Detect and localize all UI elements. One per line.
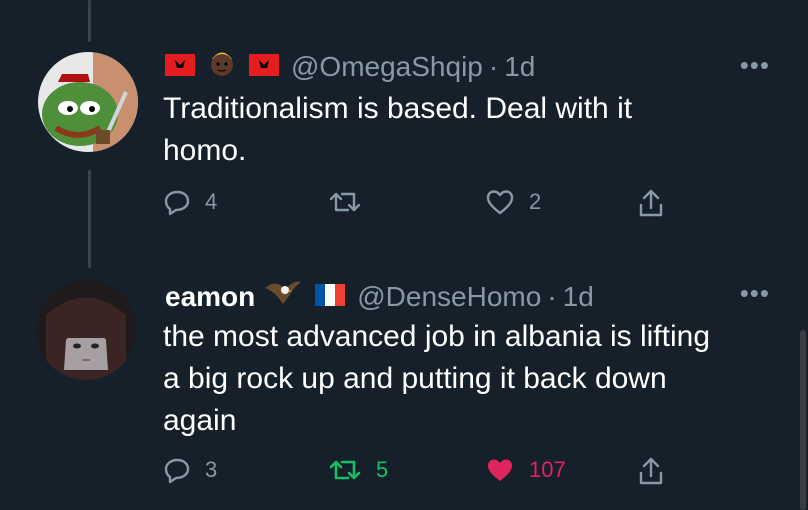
user-handle[interactable]: @DenseHomo — [357, 280, 541, 314]
more-options-icon[interactable]: ••• — [740, 50, 770, 81]
share-button[interactable] — [637, 456, 665, 486]
share-icon — [637, 188, 665, 218]
tweet-actions: 3 5 107 — [163, 456, 683, 496]
like-button[interactable]: 107 — [485, 456, 566, 484]
timestamp[interactable]: 1d — [563, 280, 594, 314]
tweet-header: eamon @DenseHomo · 1d — [165, 276, 594, 318]
share-icon — [637, 456, 665, 486]
france-flag-icon — [315, 280, 346, 314]
tweet-2[interactable]: eamon @DenseHomo · 1d ••• the most advan… — [0, 260, 808, 510]
separator-dot: · — [488, 51, 499, 82]
albania-flag-icon — [165, 50, 195, 84]
tweet-actions: 4 2 — [163, 188, 683, 228]
retweet-count: 5 — [376, 457, 389, 482]
reply-icon — [163, 456, 191, 484]
retweet-button[interactable] — [328, 188, 376, 216]
scrollbar[interactable] — [800, 330, 806, 510]
reply-count: 4 — [205, 189, 218, 214]
albania-flag-icon — [249, 50, 279, 84]
like-button[interactable]: 2 — [485, 188, 541, 216]
reply-icon — [163, 188, 191, 216]
tweet-text: the most advanced job in albania is lift… — [163, 320, 711, 437]
like-count: 2 — [529, 189, 542, 214]
anime-girl-avatar[interactable] — [36, 280, 136, 380]
retweet-icon — [328, 188, 362, 216]
reply-button[interactable]: 3 — [163, 456, 217, 484]
user-handle[interactable]: @OmegaShqip — [291, 50, 483, 84]
tweet-1[interactable]: @OmegaShqip · 1d ••• Traditionalism is b… — [0, 0, 808, 250]
tweet-text: Traditionalism is based. Deal with it ho… — [163, 92, 633, 167]
retweet-button[interactable]: 5 — [328, 456, 388, 484]
eagle-icon — [263, 276, 303, 318]
reply-button[interactable]: 4 — [163, 188, 217, 216]
pepe-avatar[interactable] — [38, 52, 138, 152]
separator-dot: · — [547, 281, 557, 312]
more-options-icon[interactable]: ••• — [740, 278, 770, 309]
timestamp[interactable]: 1d — [504, 50, 535, 84]
face-emoji-icon — [207, 48, 237, 86]
tweet-header: @OmegaShqip · 1d — [165, 48, 535, 86]
display-name[interactable]: eamon — [165, 280, 255, 314]
heart-icon — [485, 456, 515, 484]
heart-icon — [485, 188, 515, 216]
share-button[interactable] — [637, 188, 665, 218]
retweet-icon — [328, 456, 362, 484]
like-count: 107 — [529, 457, 566, 482]
reply-count: 3 — [205, 457, 218, 482]
